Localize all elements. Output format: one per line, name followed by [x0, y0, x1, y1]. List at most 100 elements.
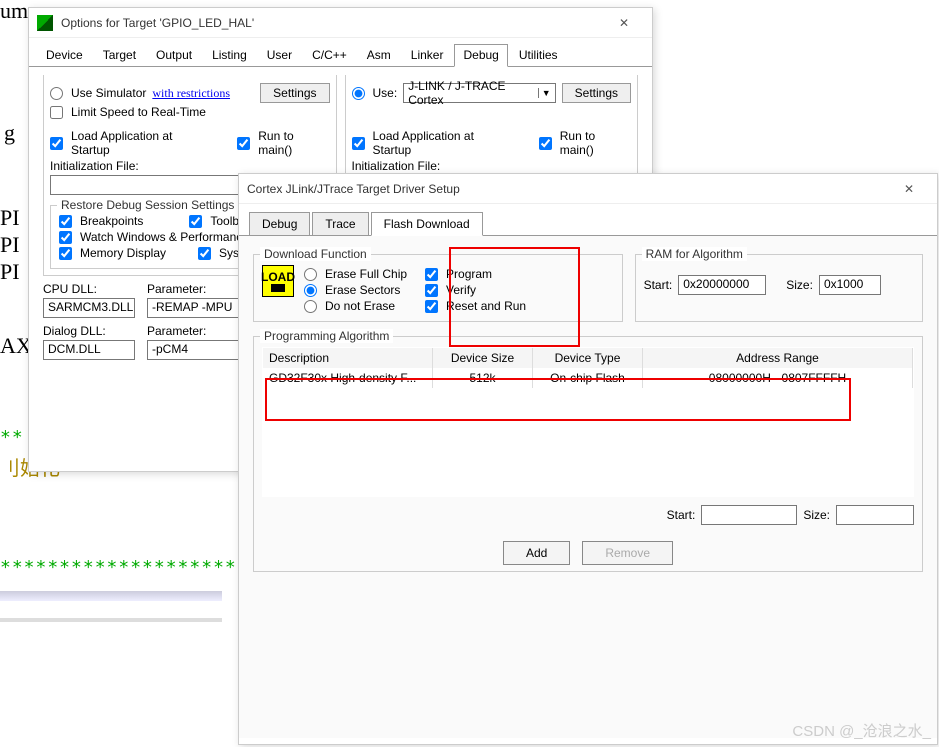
algo-table: Description Device Size Device Type Addr…	[262, 347, 914, 497]
memory-check[interactable]	[59, 247, 72, 260]
table-row[interactable]: GD32F30x High-density F... 512k On-chip …	[263, 368, 913, 388]
tab-utilities[interactable]: Utilities	[510, 44, 567, 66]
combo-value: J-LINK / J-TRACE Cortex	[408, 79, 538, 107]
algo-size-input[interactable]	[836, 505, 914, 525]
algo-start-input[interactable]	[701, 505, 797, 525]
tab-flash-download[interactable]: Flash Download	[371, 212, 483, 236]
label: Use:	[373, 86, 398, 100]
tab-asm[interactable]: Asm	[358, 44, 400, 66]
target-settings-button[interactable]: Settings	[562, 83, 631, 103]
label: CPU DLL:	[43, 282, 135, 296]
limit-speed-check[interactable]	[50, 106, 63, 119]
tab-output[interactable]: Output	[147, 44, 201, 66]
cpu-param-input[interactable]: -REMAP -MPU	[147, 298, 243, 318]
ram-start-input[interactable]: 0x20000000	[678, 275, 766, 295]
cell-device-type: On-chip Flash	[533, 368, 643, 388]
label: Verify	[446, 283, 476, 297]
options-tabs: Device Target Output Listing User C/C++ …	[29, 38, 652, 67]
tab-user[interactable]: User	[258, 44, 301, 66]
titlebar: Cortex JLink/JTrace Target Driver Setup …	[239, 174, 937, 204]
col-device-type: Device Type	[533, 348, 643, 368]
label: Load Application at Startup	[71, 129, 212, 157]
label: Breakpoints	[80, 214, 143, 228]
window-title: Cortex JLink/JTrace Target Driver Setup	[247, 182, 889, 196]
debugger-combo[interactable]: J-LINK / J-TRACE Cortex▼	[403, 83, 555, 103]
ram-size-input[interactable]: 0x1000	[819, 275, 881, 295]
do-not-erase-radio[interactable]	[304, 300, 317, 313]
use-target-radio[interactable]	[352, 87, 365, 100]
ram-legend: RAM for Algorithm	[642, 247, 747, 261]
load-app-check-right[interactable]	[352, 137, 365, 150]
algo-legend: Programming Algorithm	[260, 329, 393, 343]
bg-text: um	[0, 0, 28, 24]
tab-device[interactable]: Device	[37, 44, 92, 66]
bg-text: *********************	[0, 557, 249, 578]
bg-text: g	[4, 120, 15, 146]
remove-button[interactable]: Remove	[582, 541, 673, 565]
use-simulator-radio[interactable]	[50, 87, 63, 100]
tab-ccpp[interactable]: C/C++	[303, 44, 356, 66]
label: Limit Speed to Real-Time	[71, 105, 206, 119]
close-icon[interactable]: ✕	[889, 175, 929, 203]
bg-text: PI	[0, 232, 20, 258]
label: Reset and Run	[446, 299, 526, 313]
cpu-dll-input[interactable]: SARMCM3.DLL	[43, 298, 135, 318]
label: Start:	[667, 508, 696, 522]
window-title: Options for Target 'GPIO_LED_HAL'	[61, 16, 604, 30]
label: Initialization File:	[352, 159, 632, 173]
label: LOAD	[261, 270, 295, 284]
label: Start:	[644, 278, 673, 292]
with-restrictions-link[interactable]: with restrictions	[152, 86, 230, 101]
tab-linker[interactable]: Linker	[402, 44, 453, 66]
label: Parameter:	[147, 282, 243, 296]
jlink-setup-window: Cortex JLink/JTrace Target Driver Setup …	[238, 173, 938, 745]
label: Load Application at Startup	[373, 129, 514, 157]
run-to-main-check-left[interactable]	[237, 137, 250, 150]
run-to-main-check-right[interactable]	[539, 137, 552, 150]
close-icon[interactable]: ✕	[604, 9, 644, 37]
dialog-param-input[interactable]: -pCM4	[147, 340, 243, 360]
tab-debug2[interactable]: Debug	[249, 212, 310, 235]
col-address-range: Address Range	[643, 348, 913, 368]
system-check[interactable]	[198, 247, 211, 260]
tab-trace[interactable]: Trace	[312, 212, 368, 235]
program-check[interactable]	[425, 268, 438, 281]
bg-divider	[0, 591, 222, 601]
toolbox-check[interactable]	[189, 215, 202, 228]
dialog-dll-input[interactable]: DCM.DLL	[43, 340, 135, 360]
col-description: Description	[263, 348, 433, 368]
cell-device-size: 512k	[433, 368, 533, 388]
breakpoints-check[interactable]	[59, 215, 72, 228]
bg-divider	[0, 618, 222, 622]
bg-text: AX	[0, 333, 32, 359]
chevron-down-icon: ▼	[538, 88, 551, 98]
label: Initialization File:	[50, 159, 330, 173]
label: Erase Full Chip	[325, 267, 407, 281]
tab-debug[interactable]: Debug	[454, 44, 507, 67]
label: Program	[446, 267, 492, 281]
label: Size:	[786, 278, 813, 292]
bg-text: **	[0, 427, 24, 448]
label: Size:	[803, 508, 830, 522]
app-icon	[37, 15, 53, 31]
label: Erase Sectors	[325, 283, 400, 297]
load-app-check-left[interactable]	[50, 137, 63, 150]
erase-sectors-radio[interactable]	[304, 284, 317, 297]
jlink-tabs: Debug Trace Flash Download	[239, 204, 937, 236]
init-file-input-left[interactable]	[50, 175, 240, 195]
sim-settings-button[interactable]: Settings	[260, 83, 329, 103]
table-header: Description Device Size Device Type Addr…	[263, 348, 913, 368]
label: Parameter:	[147, 324, 243, 338]
titlebar: Options for Target 'GPIO_LED_HAL' ✕	[29, 8, 652, 38]
label: Watch Windows & Performance A	[80, 230, 260, 244]
verify-check[interactable]	[425, 284, 438, 297]
load-icon: LOAD	[262, 265, 294, 297]
watch-check[interactable]	[59, 231, 72, 244]
tab-target[interactable]: Target	[94, 44, 145, 66]
bg-text: PI	[0, 259, 20, 285]
reset-run-check[interactable]	[425, 300, 438, 313]
tab-listing[interactable]: Listing	[203, 44, 256, 66]
label: Memory Display	[80, 246, 166, 260]
add-button[interactable]: Add	[503, 541, 570, 565]
erase-full-radio[interactable]	[304, 268, 317, 281]
